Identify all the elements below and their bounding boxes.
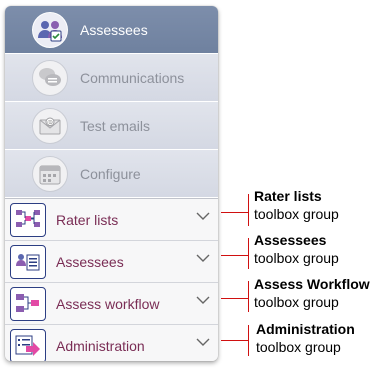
callout-connector [221,212,248,213]
chevron-down-icon[interactable] [196,338,210,346]
callout-title: Assessees [254,232,327,248]
callout-title: Administration [256,321,355,337]
test-emails-icon: @ [32,107,68,144]
nav-item-label: Communications [80,69,185,86]
group-label: Rater lists [56,211,119,228]
callout-connector [221,298,248,299]
toolbox-panel: Assessees Communications @ Test emails C… [5,6,218,361]
callout-bracket [248,325,249,356]
callout-bracket [248,238,249,269]
callout-subtitle: toolbox group [254,294,339,310]
callout-subtitle: toolbox group [256,339,341,355]
callout-subtitle: toolbox group [254,206,339,222]
callout-title: Assess Workflow [254,276,370,292]
nav-item-assessees[interactable]: Assessees [5,6,218,54]
callout-bracket [248,194,249,226]
nav-item-label: Assessees [80,21,148,38]
assessees-list-icon [10,244,46,279]
communications-icon [32,59,68,96]
callout-bracket [248,281,249,312]
administration-icon [10,328,46,361]
assessees-icon [32,11,68,48]
nav-item-test-emails[interactable]: @ Test emails [5,102,218,150]
nav-item-label: Configure [80,165,141,182]
chevron-down-icon[interactable] [196,212,210,220]
chevron-down-icon[interactable] [196,254,210,262]
workflow-icon [10,286,46,321]
callout-title: Rater lists [254,188,322,204]
nav-item-communications[interactable]: Communications [5,54,218,102]
group-assess-workflow[interactable]: Assess workflow [5,282,218,324]
chevron-down-icon[interactable] [196,296,210,304]
rater-lists-icon [10,202,46,237]
nav-item-configure[interactable]: Configure [5,150,218,198]
callout-connector [221,340,248,341]
svg-text:@: @ [47,119,53,126]
group-rater-lists[interactable]: Rater lists [5,198,218,240]
callout-subtitle: toolbox group [254,250,339,266]
configure-icon [32,155,68,192]
group-label: Assess workflow [56,295,160,312]
group-label: Assessees [56,253,124,270]
nav-item-label: Test emails [80,117,151,134]
group-label: Administration [56,337,145,354]
group-administration[interactable]: Administration [5,324,218,361]
callout-connector [221,255,248,256]
group-assessees[interactable]: Assessees [5,240,218,282]
